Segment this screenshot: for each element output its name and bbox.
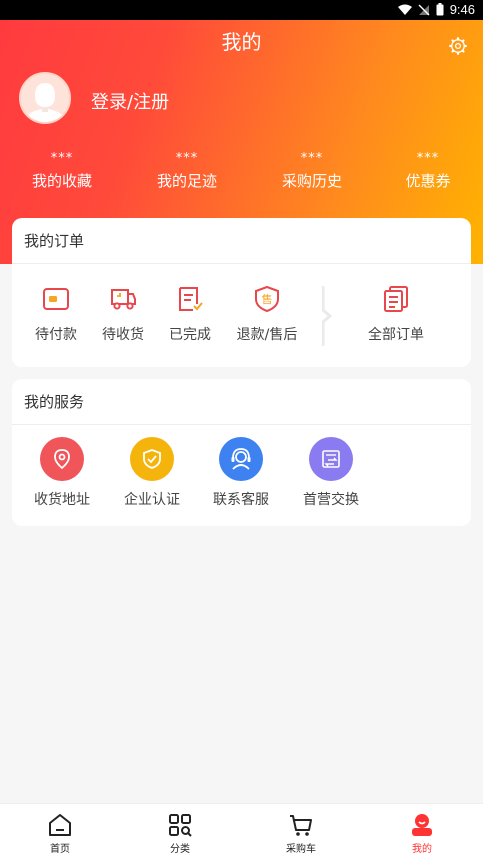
order-refund-aftersale[interactable]: 售 退款/售后 <box>229 284 305 344</box>
service-label: 联系客服 <box>213 492 269 508</box>
svg-text:售: 售 <box>262 292 273 306</box>
stat-value: *** <box>416 151 440 166</box>
tab-label: 首页 <box>50 844 70 855</box>
service-label: 首营交换 <box>303 492 359 508</box>
stat-label: 优惠券 <box>405 172 451 190</box>
service-label: 企业认证 <box>124 492 180 508</box>
service-icon-circle <box>219 437 263 481</box>
checklist-icon <box>179 287 203 311</box>
status-icons: 9:46 <box>397 2 475 17</box>
services-title: 我的服务 <box>12 379 471 425</box>
tab-home[interactable]: 首页 <box>20 812 100 855</box>
location-pin-icon <box>54 449 70 470</box>
order-pending-receipt[interactable]: 待收货 <box>88 284 158 344</box>
stat-value: *** <box>175 151 199 166</box>
cart-icon <box>290 815 312 836</box>
stat-value: *** <box>50 151 74 166</box>
orders-title: 我的订单 <box>12 218 471 264</box>
stat-footprints[interactable]: *** 我的足迹 <box>137 152 237 191</box>
services-card: 我的服务 收货地址 企业认证 联系客服 首营交换 <box>12 379 471 526</box>
battery-icon <box>436 3 444 16</box>
tab-category[interactable]: 分类 <box>140 812 220 855</box>
orders-card: 我的订单 待付款 待收货 已完成 售 退款/售后 全部订单 <box>12 218 471 367</box>
stat-favorites[interactable]: *** 我的收藏 <box>12 152 112 191</box>
service-icon-circle <box>130 437 174 481</box>
category-icon <box>169 814 192 837</box>
stat-purchase-history[interactable]: *** 采购历史 <box>262 152 362 191</box>
no-signal-icon <box>418 4 430 15</box>
stat-label: 采购历史 <box>281 172 342 190</box>
wifi-icon <box>397 4 412 15</box>
stat-value: *** <box>300 151 324 166</box>
shield-check-icon <box>143 449 161 469</box>
order-label: 全部订单 <box>368 327 424 343</box>
exchange-icon <box>322 450 340 468</box>
divider-arrow <box>322 286 333 346</box>
tab-cart[interactable]: 采购车 <box>261 812 341 855</box>
truck-icon <box>111 289 136 310</box>
tab-label: 采购车 <box>286 844 316 855</box>
wallet-icon <box>43 288 69 310</box>
stat-label: 我的足迹 <box>156 172 217 190</box>
bottom-tab-bar: 首页 分类 采购车 我的 <box>0 803 483 860</box>
settings-gear-icon[interactable] <box>448 36 468 56</box>
service-enterprise-cert[interactable]: 企业认证 <box>114 437 190 509</box>
tab-label: 分类 <box>170 844 190 855</box>
service-first-exchange[interactable]: 首营交换 <box>293 437 369 509</box>
headset-icon <box>231 448 251 470</box>
order-pending-payment[interactable]: 待付款 <box>21 284 91 344</box>
service-shipping-address[interactable]: 收货地址 <box>24 437 100 509</box>
stats-row: *** 我的收藏 *** 我的足迹 *** 采购历史 *** 优惠券 <box>0 152 483 202</box>
order-label: 待付款 <box>35 327 77 343</box>
order-label: 退款/售后 <box>236 327 298 343</box>
status-time: 9:46 <box>449 2 475 17</box>
shield-icon: 售 <box>255 285 279 313</box>
service-icon-circle <box>40 437 84 481</box>
tab-mine[interactable]: 我的 <box>382 812 462 855</box>
service-label: 收货地址 <box>34 492 90 508</box>
stat-label: 我的收藏 <box>31 172 92 190</box>
documents-icon <box>384 286 408 312</box>
profile-icon <box>412 814 432 836</box>
user-avatar-icon <box>21 74 69 122</box>
order-completed[interactable]: 已完成 <box>155 284 225 344</box>
home-icon <box>49 814 71 836</box>
page-title: 我的 <box>221 30 262 54</box>
status-bar: 9:46 <box>0 0 483 20</box>
avatar[interactable] <box>19 72 71 124</box>
stat-coupons[interactable]: *** 优惠券 <box>378 152 478 191</box>
order-label: 待收货 <box>102 327 144 343</box>
order-all[interactable]: 全部订单 <box>361 284 431 344</box>
login-register-link[interactable]: 登录/注册 <box>91 88 169 114</box>
service-icon-circle <box>309 437 353 481</box>
order-label: 已完成 <box>169 327 211 343</box>
service-contact-support[interactable]: 联系客服 <box>203 437 279 509</box>
tab-label: 我的 <box>412 844 432 855</box>
